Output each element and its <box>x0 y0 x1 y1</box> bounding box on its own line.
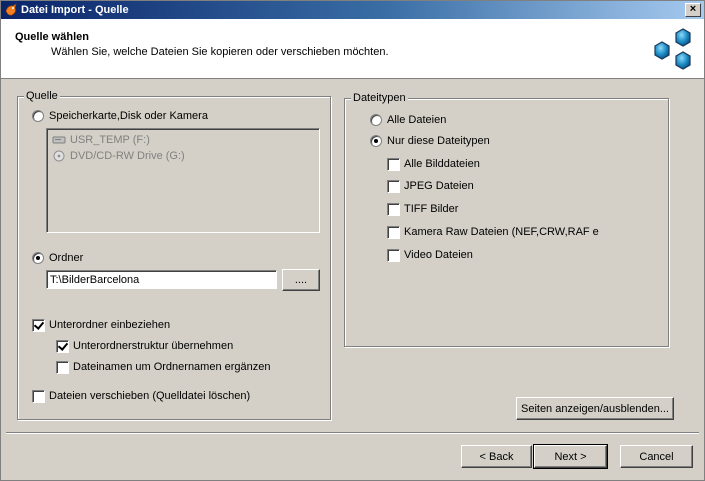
checkbox[interactable] <box>32 319 45 332</box>
page-subtitle: Wählen Sie, welche Dateien Sie kopieren … <box>51 46 389 58</box>
drive-list[interactable]: USR_TEMP (F:) DVD/CD-RW Drive (G:) <box>46 128 320 233</box>
append-folder-name-label: Dateinamen um Ordnernamen ergänzen <box>73 361 271 373</box>
radio-button[interactable] <box>32 110 44 122</box>
app-icon <box>5 3 17 16</box>
footer-separator-highlight <box>6 433 699 434</box>
next-button[interactable]: Next > <box>533 444 608 469</box>
all-files-label: Alle Dateien <box>387 114 447 126</box>
window-title: Datei Import - Quelle <box>21 4 129 16</box>
checkbox[interactable] <box>387 249 400 262</box>
removable-drive-icon <box>52 136 66 144</box>
include-subfolders-label: Unterordner einbeziehen <box>49 319 171 331</box>
checkbox[interactable] <box>387 226 400 239</box>
type-label: Alle Bilddateien <box>404 158 480 170</box>
browse-button[interactable]: .... <box>282 269 320 291</box>
checkbox[interactable] <box>387 203 400 216</box>
type-label: TIFF Bilder <box>404 203 459 215</box>
drive-label: DVD/CD-RW Drive (G:) <box>70 150 185 162</box>
source-legend: Quelle <box>24 90 60 102</box>
import-dialog: Datei Import - Quelle × Quelle wählen Wä… <box>0 0 705 481</box>
folder-path-input[interactable] <box>46 270 277 289</box>
drive-label: USR_TEMP (F:) <box>70 134 150 146</box>
type-raw-checkbox[interactable]: Kamera Raw Dateien (NEF,CRW,RAF e <box>387 226 667 240</box>
checkbox[interactable] <box>387 180 400 193</box>
checkbox[interactable] <box>56 340 69 353</box>
move-files-label: Dateien verschieben (Quelldatei löschen) <box>49 390 251 402</box>
wizard-header: Quelle wählen Wählen Sie, welche Dateien… <box>1 19 704 79</box>
only-these-label: Nur diese Dateitypen <box>387 135 490 147</box>
type-label: Kamera Raw Dateien (NEF,CRW,RAF e <box>404 226 599 238</box>
back-button[interactable]: < Back <box>461 445 532 468</box>
title-bar[interactable]: Datei Import - Quelle × <box>1 1 704 19</box>
radio-button[interactable] <box>370 114 382 126</box>
radio-button[interactable] <box>370 135 382 147</box>
checkbox[interactable] <box>32 390 45 403</box>
folder-source-label: Ordner <box>49 252 84 264</box>
close-button[interactable]: × <box>685 3 701 17</box>
toggle-pages-button[interactable]: Seiten anzeigen/ausblenden... <box>516 397 674 420</box>
type-label: Video Dateien <box>404 249 473 261</box>
device-source-label: Speicherkarte,Disk oder Kamera <box>49 110 208 122</box>
checkbox[interactable] <box>56 361 69 374</box>
radio-button[interactable] <box>32 252 44 264</box>
type-label: JPEG Dateien <box>404 180 474 192</box>
filetypes-legend: Dateitypen <box>351 92 408 104</box>
dvd-drive-icon <box>53 150 65 162</box>
keep-structure-label: Unterordnerstruktur übernehmen <box>73 340 234 352</box>
hexagon-logo-icon <box>654 28 691 70</box>
checkbox[interactable] <box>387 158 400 171</box>
cancel-button[interactable]: Cancel <box>620 445 693 468</box>
page-title: Quelle wählen <box>15 31 89 43</box>
